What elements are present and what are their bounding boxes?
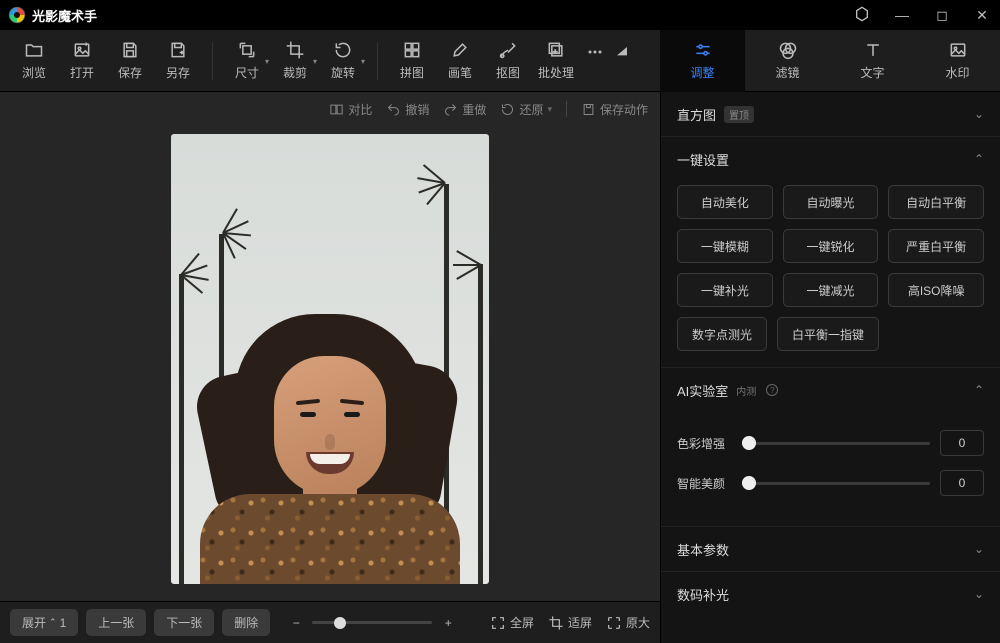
panel-tabs: 调整 滤镜 文字 水印 [660, 30, 1000, 92]
chevron-down-icon: ⌄ [974, 587, 984, 601]
right-panel: 直方图 置顶 ⌄ 一键设置 ⌃ 自动美化自动曝光自动白平衡一键模糊一键锐化严重白… [660, 92, 1000, 643]
expand-thumbs-button[interactable]: 展开 ⌃ 1 [10, 609, 78, 636]
slider-track[interactable] [749, 442, 930, 445]
quick-btn-7[interactable]: 一键减光 [783, 273, 879, 307]
quick-btn-3[interactable]: 一键模糊 [677, 229, 773, 263]
fit-screen-button[interactable]: 适屏 [548, 614, 592, 631]
zoom-in-button[interactable]: + [440, 616, 456, 630]
ai-lab-content: 色彩增强 0 智能美颜 0 [661, 412, 1000, 526]
bottom-bar: 展开 ⌃ 1 上一张 下一张 删除 − + 全屏 适屏 [0, 601, 660, 643]
brush-button[interactable]: 画笔 [436, 34, 484, 88]
title-bar: 光影魔术手 — ◻ ✕ [0, 0, 1000, 30]
slider-value[interactable]: 0 [940, 430, 984, 456]
ai-slider-0: 色彩增强 0 [677, 430, 984, 456]
crop-button[interactable]: 裁剪▾ [271, 34, 319, 88]
compare-button[interactable]: 对比 [329, 101, 372, 118]
canvas-area: 对比 撤销 重做 还原 ▾ 保存动作 [0, 92, 660, 643]
rotate-button[interactable]: 旋转▾ [319, 34, 367, 88]
chevron-up-icon: ⌃ [974, 383, 984, 397]
batch-button[interactable]: 批处理 [532, 34, 580, 88]
save-action-button[interactable]: 保存动作 [581, 101, 648, 118]
window-controls: — ◻ ✕ [852, 6, 992, 25]
slider-label: 智能美颜 [677, 475, 739, 492]
section-basic-params[interactable]: 基本参数 ⌄ [661, 527, 1000, 571]
canvas-stage[interactable] [0, 126, 660, 601]
main-toolbar: 浏览 打开 保存 另存 尺寸▾ 裁剪▾ 旋转▾ [0, 30, 1000, 92]
slider-thumb[interactable] [742, 436, 756, 450]
section-one-click[interactable]: 一键设置 ⌃ [661, 137, 1000, 181]
quick-btn-4[interactable]: 一键锐化 [783, 229, 879, 263]
zoom-slider[interactable]: − + [288, 616, 456, 630]
canvas-toolbar: 对比 撤销 重做 还原 ▾ 保存动作 [0, 92, 660, 126]
slider-value[interactable]: 0 [940, 470, 984, 496]
minimize-button[interactable]: — [892, 7, 912, 23]
tab-text[interactable]: 文字 [830, 30, 915, 92]
browse-button[interactable]: 浏览 [10, 34, 58, 88]
app-title: 光影魔术手 [32, 6, 852, 25]
one-click-content: 自动美化自动曝光自动白平衡一键模糊一键锐化严重白平衡一键补光一键减光高ISO降噪… [661, 181, 1000, 367]
tab-filter[interactable]: 滤镜 [745, 30, 830, 92]
section-histogram[interactable]: 直方图 置顶 ⌄ [661, 92, 1000, 136]
original-size-button[interactable]: 原大 [606, 614, 650, 631]
quick-btn-0[interactable]: 自动美化 [677, 185, 773, 219]
quick-btn-6[interactable]: 一键补光 [677, 273, 773, 307]
quick-btn-5[interactable]: 严重白平衡 [888, 229, 984, 263]
next-image-button[interactable]: 下一张 [154, 609, 214, 636]
slider-label: 色彩增强 [677, 435, 739, 452]
redo-button[interactable]: 重做 [443, 101, 486, 118]
save-button[interactable]: 保存 [106, 34, 154, 88]
open-button[interactable]: 打开 [58, 34, 106, 88]
quick-btn-8[interactable]: 高ISO降噪 [888, 273, 984, 307]
tab-watermark[interactable]: 水印 [915, 30, 1000, 92]
tab-adjust[interactable]: 调整 [660, 30, 745, 92]
undo-button[interactable]: 撤销 [386, 101, 429, 118]
expand-toolbar-button[interactable] [610, 34, 634, 88]
zoom-out-button[interactable]: − [288, 616, 304, 630]
pin-badge: 置顶 [724, 106, 754, 123]
quick-btn-1[interactable]: 自动曝光 [783, 185, 879, 219]
close-button[interactable]: ✕ [972, 7, 992, 24]
section-fill-light[interactable]: 数码补光 ⌄ [661, 572, 1000, 616]
restore-button[interactable]: 还原 ▾ [500, 101, 552, 118]
cutout-button[interactable]: 抠图 [484, 34, 532, 88]
collage-button[interactable]: 拼图 [388, 34, 436, 88]
app-logo [8, 6, 26, 24]
section-ai-lab[interactable]: AI实验室 内测 ? ⌃ [661, 368, 1000, 412]
fullscreen-button[interactable]: 全屏 [490, 614, 534, 631]
quick-btn-extra-0[interactable]: 数字点测光 [677, 317, 767, 351]
more-button[interactable] [580, 34, 610, 88]
quick-btn-2[interactable]: 自动白平衡 [888, 185, 984, 219]
info-icon[interactable]: ? [766, 384, 778, 396]
settings-icon[interactable] [852, 6, 872, 25]
photo-preview [171, 134, 489, 584]
maximize-button[interactable]: ◻ [932, 7, 952, 24]
beta-badge: 内测 [736, 383, 756, 398]
save-as-button[interactable]: 另存 [154, 34, 202, 88]
chevron-up-icon: ⌃ [974, 152, 984, 166]
slider-track[interactable] [749, 482, 930, 485]
chevron-down-icon: ⌄ [974, 542, 984, 556]
size-button[interactable]: 尺寸▾ [223, 34, 271, 88]
prev-image-button[interactable]: 上一张 [86, 609, 146, 636]
chevron-down-icon: ⌄ [974, 107, 984, 121]
quick-btn-extra-1[interactable]: 白平衡一指键 [777, 317, 879, 351]
slider-thumb[interactable] [742, 476, 756, 490]
ai-slider-1: 智能美颜 0 [677, 470, 984, 496]
delete-image-button[interactable]: 删除 [222, 609, 270, 636]
